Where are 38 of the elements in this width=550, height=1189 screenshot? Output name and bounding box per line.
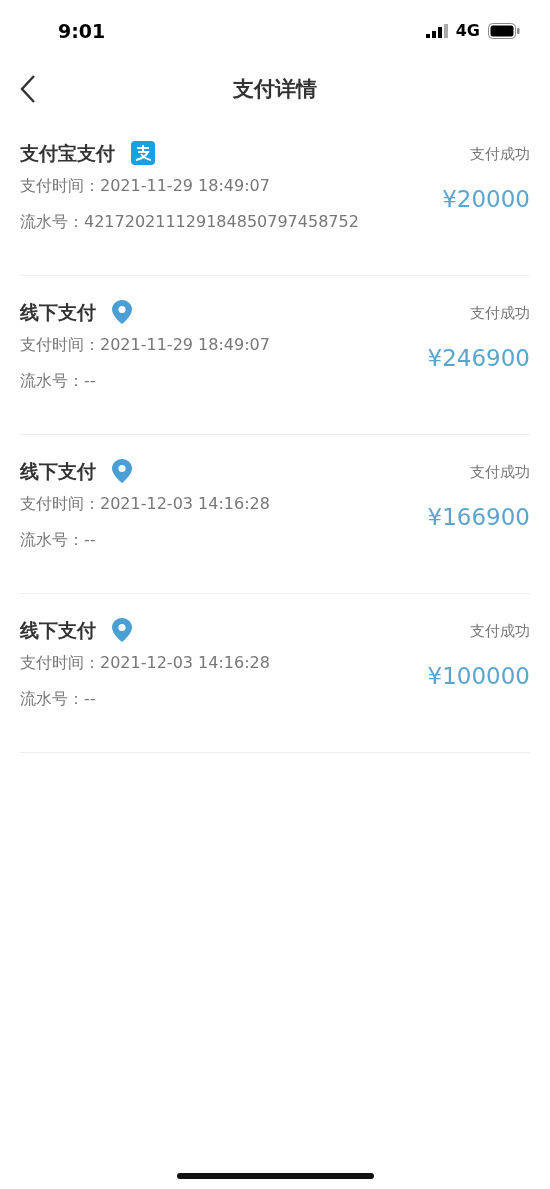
payment-time: 2021-12-03 14:16:28 <box>100 492 270 515</box>
payment-amount: ¥246900 <box>427 343 530 373</box>
payment-method: 支付宝支付 <box>20 141 115 166</box>
payment-status: 支付成功 <box>470 621 530 642</box>
location-pin-icon <box>112 459 132 484</box>
serial-number: 421720211129184850797458752 <box>84 210 359 233</box>
serial-number-label: 流水号： <box>20 687 84 710</box>
payment-status: 支付成功 <box>470 462 530 483</box>
payment-status: 支付成功 <box>470 303 530 324</box>
serial-number: -- <box>84 369 96 392</box>
payment-time: 2021-11-29 18:49:07 <box>100 333 270 356</box>
serial-number-label: 流水号： <box>20 528 84 551</box>
payment-time: 2021-12-03 14:16:28 <box>100 651 270 674</box>
serial-number-label: 流水号： <box>20 369 84 392</box>
payment-app-icon <box>131 141 155 166</box>
payment-time: 2021-11-29 18:49:07 <box>100 174 270 197</box>
serial-number: -- <box>84 528 96 551</box>
network-label: 4G <box>455 20 480 42</box>
location-pin-icon <box>112 618 132 643</box>
payment-time-label: 支付时间： <box>20 333 100 356</box>
payment-time-label: 支付时间： <box>20 492 100 515</box>
location-pin-icon <box>112 300 132 325</box>
payment-status: 支付成功 <box>470 144 530 165</box>
payment-method: 线下支付 <box>20 618 96 643</box>
payment-amount: ¥166900 <box>427 502 530 532</box>
payment-amount: ¥100000 <box>427 661 530 691</box>
payment-amount: ¥20000 <box>442 184 530 214</box>
payment-method: 线下支付 <box>20 459 96 484</box>
payment-time-label: 支付时间： <box>20 651 100 674</box>
payment-time-label: 支付时间： <box>20 174 100 197</box>
back-button[interactable] <box>18 74 38 104</box>
payment-method: 线下支付 <box>20 300 96 325</box>
signal-icon <box>425 24 448 38</box>
serial-number: -- <box>84 687 96 710</box>
status-time: 9:01 <box>58 18 106 44</box>
battery-icon <box>488 23 520 39</box>
page-title: 支付详情 <box>233 75 317 103</box>
serial-number-label: 流水号： <box>20 210 84 233</box>
